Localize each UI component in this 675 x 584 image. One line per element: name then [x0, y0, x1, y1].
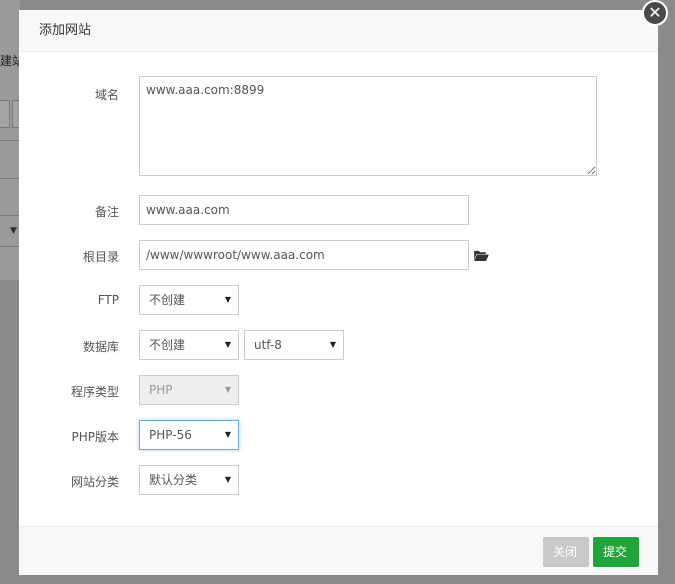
- close-icon[interactable]: ✕: [642, 0, 668, 26]
- dialog-header: 添加网站: [19, 10, 658, 52]
- caret-down-icon: ▼: [224, 295, 231, 304]
- category-select[interactable]: 默认分类 ▼: [139, 465, 239, 495]
- category-label: 网站分类: [70, 475, 119, 489]
- background-button: [0, 100, 10, 128]
- ftp-select[interactable]: 不创建 ▼: [139, 285, 239, 315]
- caret-down-icon: ▼: [224, 430, 231, 439]
- database-select-value: 不创建: [149, 338, 186, 352]
- caret-down-icon: ▼: [224, 340, 231, 349]
- php-version-select-value: PHP-56: [149, 428, 192, 442]
- folder-open-icon[interactable]: [474, 250, 489, 261]
- php-version-label: PHP版本: [71, 430, 120, 444]
- remark-input[interactable]: [139, 195, 469, 225]
- ftp-label: FTP: [97, 293, 119, 307]
- background-divider: [0, 215, 20, 216]
- root-dir-label: 根目录: [82, 250, 119, 264]
- program-type-label: 程序类型: [70, 385, 119, 399]
- program-type-select-value: PHP: [149, 383, 173, 397]
- background-divider: [0, 140, 20, 141]
- charset-select-value: utf-8: [254, 338, 282, 352]
- program-type-select: PHP ▼: [139, 375, 239, 405]
- remark-label: 备注: [94, 205, 119, 219]
- category-select-value: 默认分类: [149, 473, 198, 487]
- ftp-select-value: 不创建: [149, 293, 186, 307]
- background-caret-icon: ▼: [10, 226, 17, 236]
- submit-button[interactable]: 提交: [593, 537, 639, 567]
- database-select[interactable]: 不创建 ▼: [139, 330, 239, 360]
- add-site-dialog: 添加网站 域名 www.aaa.com:8899 备注 根目录 FTP 不创建 …: [19, 10, 658, 575]
- root-dir-input[interactable]: [139, 240, 469, 270]
- domain-textarea[interactable]: www.aaa.com:8899: [139, 76, 597, 176]
- caret-down-icon: ▼: [224, 385, 231, 394]
- background-divider: [0, 178, 20, 179]
- php-version-select[interactable]: PHP-56 ▼: [139, 420, 239, 450]
- caret-down-icon: ▼: [329, 340, 336, 349]
- close-button[interactable]: 关闭: [543, 537, 589, 567]
- dialog-title: 添加网站: [39, 23, 92, 38]
- dialog-footer: 关闭 提交: [19, 526, 658, 575]
- database-label: 数据库: [82, 340, 119, 354]
- domain-label: 域名: [94, 88, 119, 102]
- caret-down-icon: ▼: [224, 475, 231, 484]
- background-divider: [0, 246, 20, 247]
- charset-select[interactable]: utf-8 ▼: [244, 330, 344, 360]
